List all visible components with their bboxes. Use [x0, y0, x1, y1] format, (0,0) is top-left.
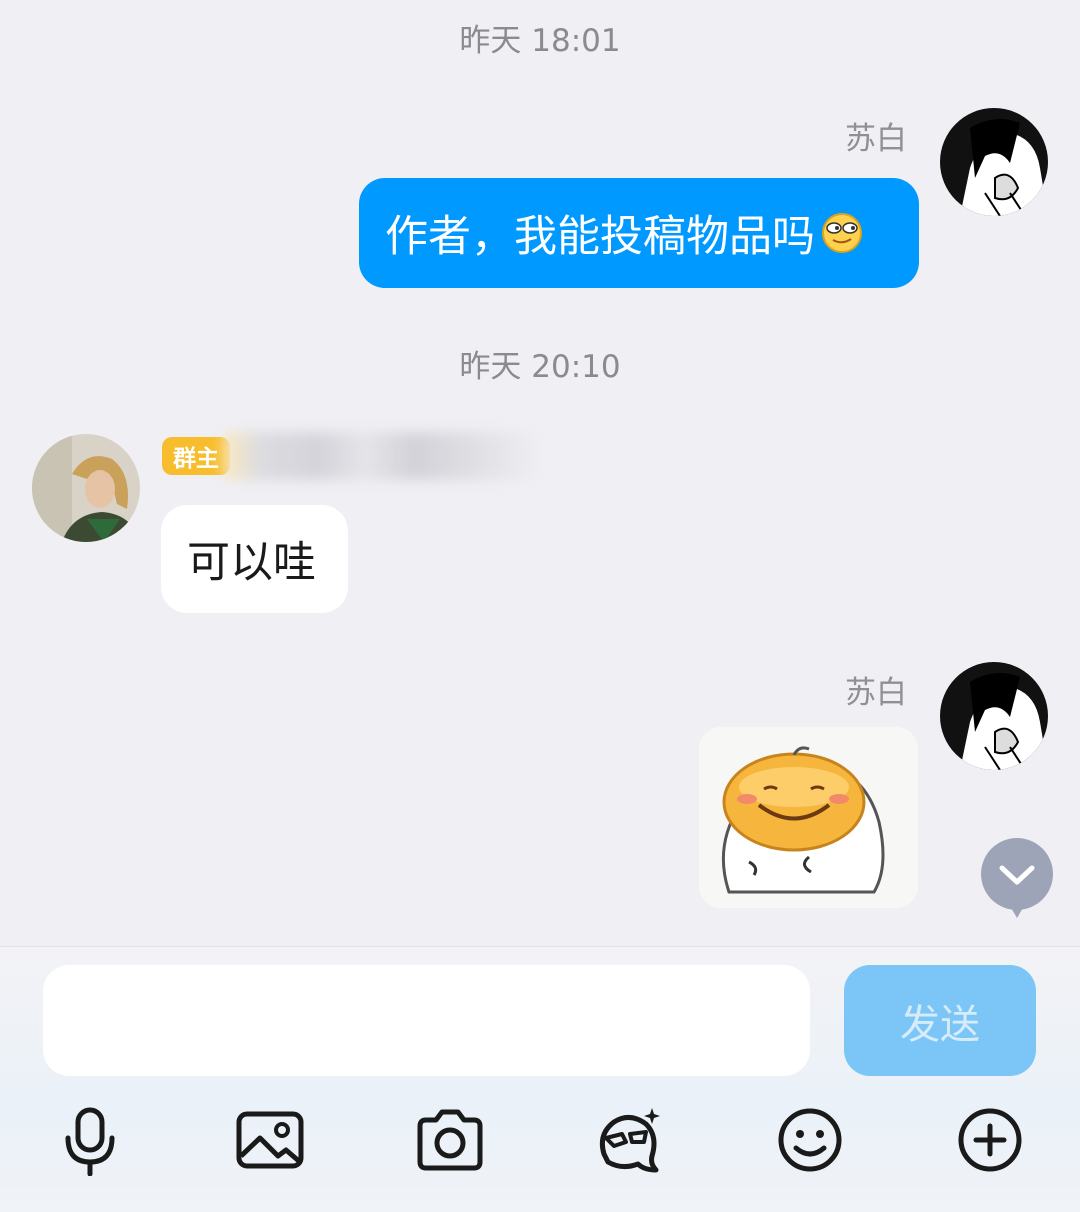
plus-icon [958, 1108, 1022, 1172]
camera-icon [417, 1109, 483, 1171]
ai-avatar-button[interactable] [594, 1104, 666, 1176]
group-owner-badge: 群主 [162, 437, 230, 475]
microphone-icon [65, 1107, 115, 1176]
emoji-button[interactable] [774, 1104, 846, 1176]
blurred-sender-name [222, 432, 542, 480]
emoji-icon [778, 1108, 842, 1172]
message-text: 可以哇 [187, 538, 316, 588]
send-button[interactable]: 发送 [844, 965, 1036, 1076]
sender-name: 苏白 [845, 675, 907, 711]
more-button[interactable] [954, 1104, 1026, 1176]
message-text: 作者，我能投稿物品吗 [385, 212, 815, 262]
scroll-to-bottom-button[interactable] [980, 838, 1054, 918]
message-input[interactable] [43, 965, 810, 1076]
avatar[interactable] [940, 662, 1048, 770]
sender-name: 苏白 [845, 121, 907, 157]
chevron-down-icon [981, 838, 1053, 918]
sticker-message[interactable] [699, 727, 918, 908]
avatar[interactable] [32, 434, 140, 542]
camera-button[interactable] [414, 1104, 486, 1176]
ai-avatar-icon [599, 1108, 660, 1173]
timestamp: 昨天 18:01 [459, 23, 621, 59]
smiling-blob-sticker-icon [699, 727, 918, 908]
message-bubble-incoming[interactable]: 可以哇 [161, 505, 348, 613]
timestamp: 昨天 20:10 [459, 349, 621, 385]
message-bubble-outgoing[interactable]: 作者，我能投稿物品吗 [359, 178, 919, 288]
image-button[interactable] [234, 1104, 306, 1176]
image-icon [236, 1111, 304, 1169]
avatar[interactable] [940, 108, 1048, 216]
voice-button[interactable] [54, 1104, 126, 1176]
smirk-emoji-icon [821, 212, 863, 254]
